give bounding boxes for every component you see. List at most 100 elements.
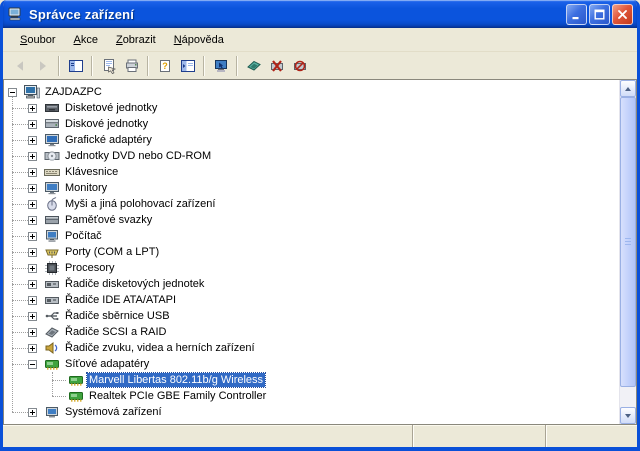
- tree-item-label[interactable]: ZAJDAZPC: [43, 85, 104, 99]
- tree-item-label[interactable]: Monitory: [63, 181, 109, 195]
- tree-item: Monitory: [4, 180, 619, 196]
- show-hide-tree-button[interactable]: [64, 54, 87, 77]
- minimize-button[interactable]: [566, 3, 587, 25]
- disk-drive-icon: [44, 116, 60, 132]
- expand-toggle[interactable]: [28, 103, 37, 113]
- network-adapter-icon: [68, 372, 84, 388]
- print-icon: [124, 58, 140, 74]
- statusbar-section: [412, 425, 545, 447]
- update-driver-button[interactable]: [242, 54, 265, 77]
- tree-item-label[interactable]: Diskové jednotky: [63, 117, 150, 131]
- expand-toggle[interactable]: [28, 183, 37, 193]
- display-adapter-icon: [44, 132, 60, 148]
- tree-item-label[interactable]: Porty (COM a LPT): [63, 245, 161, 259]
- disable-button[interactable]: [288, 54, 311, 77]
- toolbar-separator: [203, 55, 205, 76]
- tree-item: Myši a jiná polohovací zařízení: [4, 196, 619, 212]
- properties-button[interactable]: [97, 54, 120, 77]
- expand-toggle[interactable]: [28, 151, 37, 161]
- scroll-down-button[interactable]: [620, 407, 636, 424]
- keyboard-icon: [44, 164, 60, 180]
- network-adapter-icon: [68, 388, 84, 404]
- tree-item: Řadiče IDE ATA/ATAPI: [4, 292, 619, 308]
- menu-item-3[interactable]: Nápověda: [165, 31, 233, 49]
- expand-toggle[interactable]: [28, 263, 37, 273]
- tree-item-label[interactable]: Řadiče disketových jednotek: [63, 277, 206, 291]
- uninstall-icon: [269, 58, 285, 74]
- print-button[interactable]: [120, 54, 143, 77]
- tree-item: Jednotky DVD nebo CD-ROM: [4, 148, 619, 164]
- menu-item-1[interactable]: Akce: [64, 31, 106, 49]
- tree-item-label[interactable]: Myši a jiná polohovací zařízení: [63, 197, 217, 211]
- controller-icon: [44, 292, 60, 308]
- tree-item: Systémová zařízení: [4, 404, 619, 420]
- expand-toggle[interactable]: [28, 119, 37, 129]
- expand-toggle[interactable]: [28, 135, 37, 145]
- audio-icon: [44, 340, 60, 356]
- expand-toggle[interactable]: [28, 279, 37, 289]
- collapse-toggle[interactable]: [8, 87, 17, 97]
- tree-item-label[interactable]: Řadiče sběrnice USB: [63, 309, 172, 323]
- tree-item: ZAJDAZPC: [4, 84, 619, 100]
- vertical-scrollbar[interactable]: [619, 80, 636, 424]
- show-hide-pane-icon: [180, 58, 196, 74]
- expand-toggle[interactable]: [28, 215, 37, 225]
- chevron-down-icon: [625, 413, 631, 421]
- menu-item-0[interactable]: Soubor: [11, 31, 64, 49]
- tree-item-label[interactable]: Realtek PCIe GBE Family Controller: [87, 389, 268, 403]
- back-button[interactable]: [8, 54, 31, 77]
- expand-toggle[interactable]: [28, 311, 37, 321]
- help-icon: ?: [157, 58, 173, 74]
- show-hide-pane-button[interactable]: [176, 54, 199, 77]
- expand-toggle[interactable]: [28, 295, 37, 305]
- tree-item-label[interactable]: Disketové jednotky: [63, 101, 159, 115]
- mouse-icon: [44, 196, 60, 212]
- expand-toggle[interactable]: [28, 327, 37, 337]
- scrollbar-track[interactable]: [620, 97, 636, 407]
- tree-item: Klávesnice: [4, 164, 619, 180]
- uninstall-button[interactable]: [265, 54, 288, 77]
- tree-item-label[interactable]: Řadiče SCSI a RAID: [63, 325, 168, 339]
- device-tree: ZAJDAZPC Disketové jednotky Diskové jednot…: [4, 80, 619, 424]
- expand-toggle[interactable]: [28, 407, 37, 417]
- tree-item-label[interactable]: Marvell Libertas 802.11b/g Wireless: [85, 372, 267, 388]
- tree-item-label[interactable]: Paměťové svazky: [63, 213, 154, 227]
- tree-item-label[interactable]: Klávesnice: [63, 165, 120, 179]
- computer-system-icon: [44, 228, 60, 244]
- forward-icon: [35, 58, 51, 74]
- tree-item: Počítač: [4, 228, 619, 244]
- close-button[interactable]: [612, 3, 633, 25]
- tree-item-label[interactable]: Systémová zařízení: [63, 405, 164, 419]
- tree-item-label[interactable]: Síťové adapatéry: [63, 357, 151, 371]
- forward-button[interactable]: [31, 54, 54, 77]
- tree-item-label[interactable]: Řadiče zvuku, videa a herních zařízení: [63, 341, 257, 355]
- expand-toggle[interactable]: [28, 247, 37, 257]
- tree-item-label[interactable]: Jednotky DVD nebo CD-ROM: [63, 149, 213, 163]
- minimize-icon: [570, 8, 583, 21]
- tree-item-label[interactable]: Procesory: [63, 261, 117, 275]
- expand-toggle[interactable]: [28, 199, 37, 209]
- expand-toggle[interactable]: [28, 231, 37, 241]
- help-button[interactable]: ?: [153, 54, 176, 77]
- menu-item-2[interactable]: Zobrazit: [107, 31, 165, 49]
- network-adapter-icon: [44, 356, 60, 372]
- collapse-toggle[interactable]: [28, 359, 37, 369]
- expand-toggle[interactable]: [28, 167, 37, 177]
- tree-item: Diskové jednotky: [4, 116, 619, 132]
- scan-hardware-changes-button[interactable]: [209, 54, 232, 77]
- toolbar-separator: [147, 55, 149, 76]
- tree-item: Paměťové svazky: [4, 212, 619, 228]
- disable-icon: [292, 58, 308, 74]
- tree-item: Marvell Libertas 802.11b/g Wireless: [4, 372, 619, 388]
- properties-icon: [101, 58, 117, 74]
- tree-item-label[interactable]: Grafické adaptéry: [63, 133, 154, 147]
- maximize-button[interactable]: [589, 3, 610, 25]
- scroll-up-button[interactable]: [620, 80, 636, 97]
- floppy-drive-icon: [44, 100, 60, 116]
- statusbar: [3, 425, 637, 447]
- scrollbar-thumb[interactable]: [620, 97, 636, 387]
- tree-item-label[interactable]: Řadiče IDE ATA/ATAPI: [63, 293, 178, 307]
- titlebar: Správce zařízení: [3, 0, 637, 28]
- expand-toggle[interactable]: [28, 343, 37, 353]
- tree-item-label[interactable]: Počítač: [63, 229, 104, 243]
